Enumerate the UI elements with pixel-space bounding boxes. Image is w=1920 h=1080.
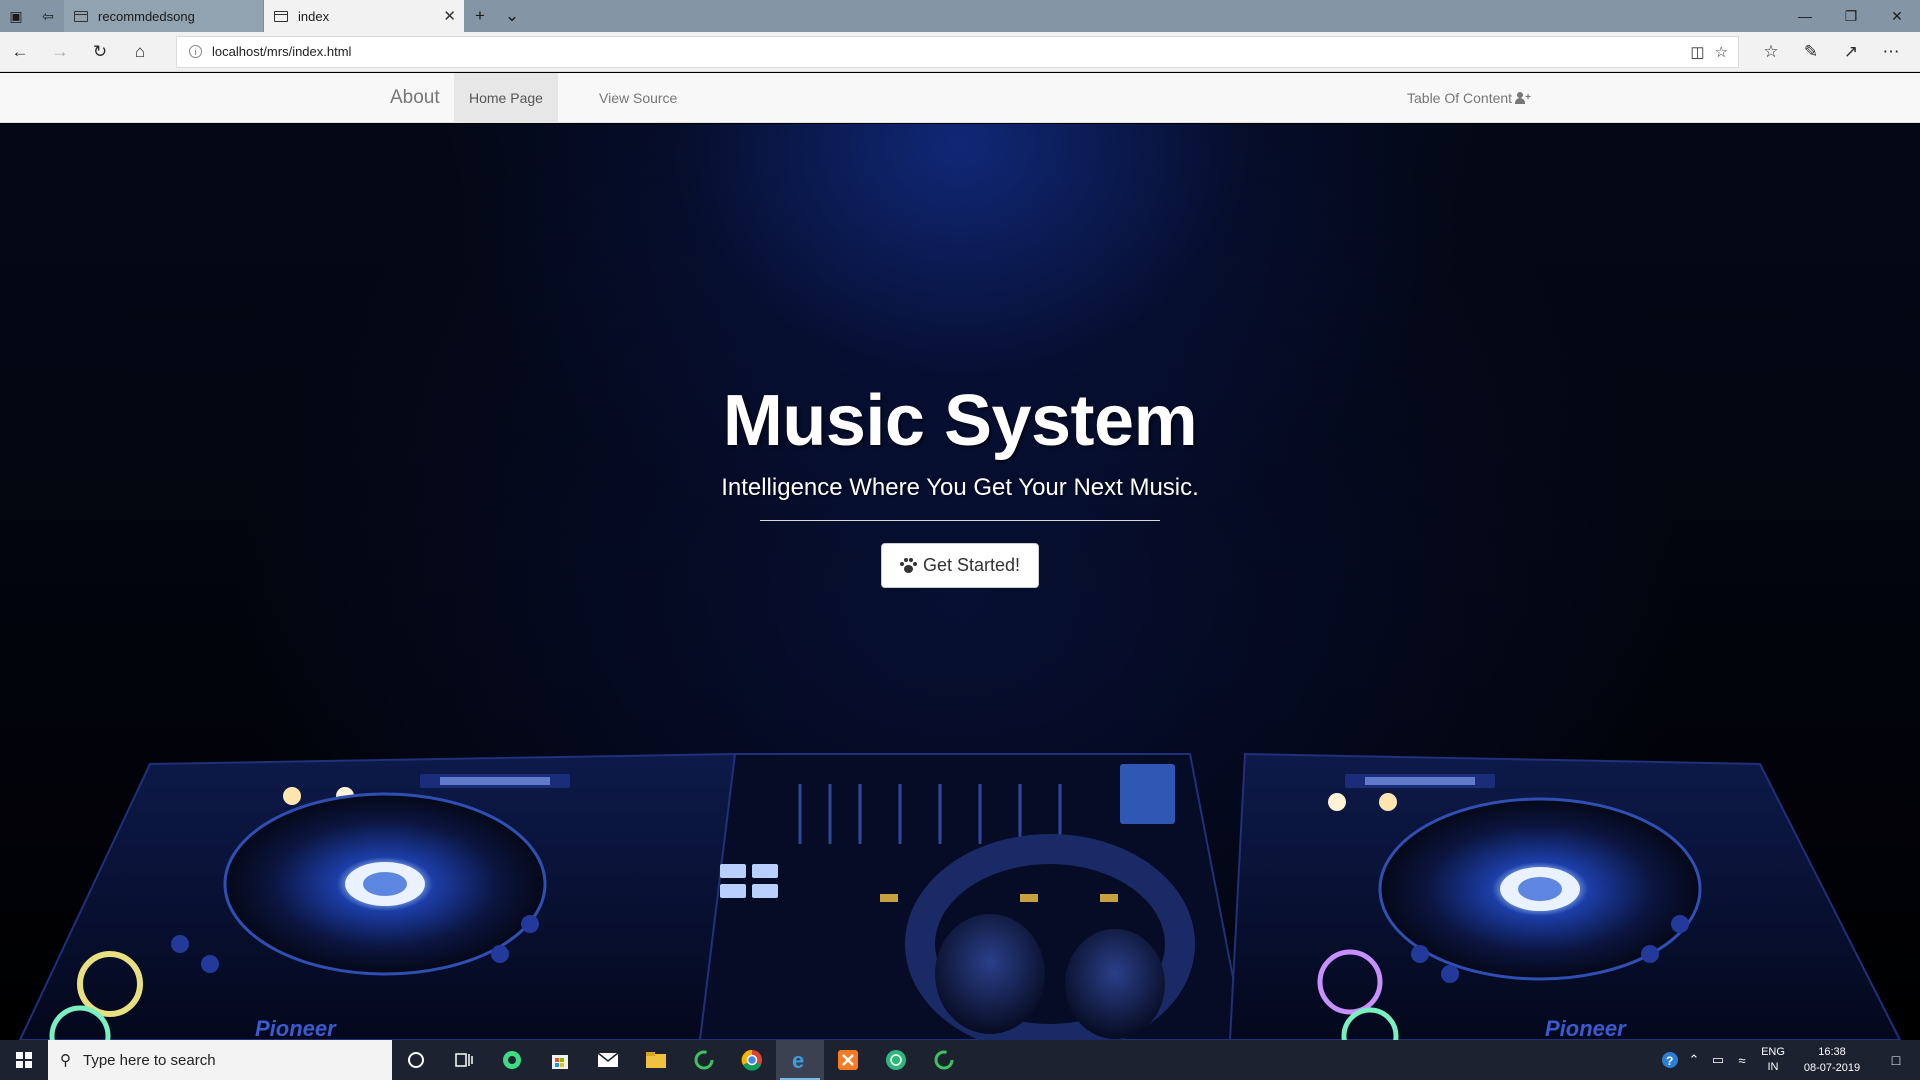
search-icon: ⚲: [60, 1052, 71, 1069]
app-globe-icon[interactable]: [872, 1040, 920, 1080]
minimize-icon[interactable]: —: [1782, 0, 1828, 32]
tab-index[interactable]: index ✕: [264, 0, 464, 32]
get-started-button[interactable]: Get Started!: [881, 543, 1039, 588]
clock-time: 16:38: [1818, 1046, 1846, 1058]
xampp-icon[interactable]: [824, 1040, 872, 1080]
restore-icon[interactable]: ❐: [1828, 0, 1874, 32]
new-tab-icon[interactable]: +: [464, 0, 496, 32]
svg-text:?: ?: [1666, 1054, 1673, 1068]
favorites-hub-icon[interactable]: ☆: [1751, 32, 1791, 72]
close-tab-icon[interactable]: ✕: [443, 7, 456, 25]
more-icon[interactable]: ⋯: [1871, 32, 1911, 72]
search-placeholder: Type here to search: [83, 1051, 216, 1069]
nav-table-of-content[interactable]: Table Of Content +: [1407, 73, 1531, 123]
app-green-ring-icon[interactable]: [680, 1040, 728, 1080]
pioneer-logo-right: Pioneer: [1545, 1016, 1627, 1040]
info-icon[interactable]: i: [189, 45, 202, 58]
mail-icon[interactable]: [584, 1040, 632, 1080]
site-navbar: About Home Page View Source Table Of Con…: [0, 73, 1920, 123]
android-studio-icon[interactable]: [488, 1040, 536, 1080]
brand-link-about[interactable]: About: [390, 73, 440, 123]
task-view-icon[interactable]: [440, 1040, 488, 1080]
tab-actions-icon[interactable]: ▣: [0, 0, 32, 32]
browser-toolbar: ← → ↻ ⌂ i localhost/mrs/index.html ◫ ☆ ☆…: [0, 32, 1920, 72]
chevron-down-icon[interactable]: ⌄: [496, 0, 528, 32]
action-center-icon[interactable]: □: [1872, 1052, 1920, 1068]
get-started-label: Get Started!: [922, 555, 1021, 575]
lang-line2: IN: [1767, 1061, 1779, 1073]
tab-recommdedsong[interactable]: recommdedsong: [64, 0, 264, 32]
battery-icon[interactable]: ▭: [1706, 1052, 1730, 1068]
page-icon: [74, 10, 88, 22]
back-icon[interactable]: ←: [0, 32, 40, 72]
system-tray: ? ⌃ ▭ ≈ ENG IN 16:38 08-07-2019 □: [1658, 1040, 1920, 1080]
taskbar-search-input[interactable]: ⚲ Type here to search: [48, 1040, 392, 1080]
hero-divider: [760, 520, 1160, 521]
url-text: localhost/mrs/index.html: [212, 44, 352, 59]
page-icon: [274, 10, 288, 22]
lang-line1: ENG: [1761, 1046, 1785, 1058]
show-hidden-icons-chevron-icon[interactable]: ⌃: [1682, 1052, 1706, 1068]
hero-subtitle: Intelligence Where You Get Your Next Mus…: [721, 474, 1199, 501]
paw-icon: [899, 558, 917, 573]
reading-view-icon[interactable]: ◫: [1690, 43, 1704, 61]
favorite-star-icon[interactable]: ☆: [1715, 43, 1728, 61]
help-icon[interactable]: ?: [1658, 1051, 1682, 1069]
hero-title: Music System: [722, 381, 1198, 461]
windows-logo-icon: [16, 1052, 32, 1068]
edge-icon[interactable]: e: [776, 1040, 824, 1080]
svg-text:e: e: [792, 1049, 804, 1071]
pen-icon[interactable]: ✎: [1791, 32, 1831, 72]
set-aside-tabs-icon[interactable]: ⇦: [32, 0, 64, 32]
home-icon[interactable]: ⌂: [120, 32, 160, 72]
app-green-ring-icon-2[interactable]: [920, 1040, 968, 1080]
window-controls: — ❐ ✕: [1782, 0, 1920, 32]
share-icon[interactable]: ↗: [1831, 32, 1871, 72]
close-window-icon[interactable]: ✕: [1874, 0, 1920, 32]
wifi-icon[interactable]: ≈: [1730, 1053, 1754, 1068]
tab-title: index: [298, 8, 330, 24]
nav-home-page[interactable]: Home Page: [454, 73, 558, 123]
toc-label: Table Of Content: [1407, 90, 1513, 106]
windows-taskbar: ⚲ Type here to search e ? ⌃ ▭ ≈ ENG IN 1…: [0, 1040, 1920, 1080]
browser-tab-strip: ▣ ⇦ recommdedsong index ✕ + ⌄ — ❐ ✕: [0, 0, 1920, 32]
refresh-icon[interactable]: ↻: [80, 32, 120, 72]
pioneer-logo-left: Pioneer: [255, 1016, 337, 1040]
nav-view-source[interactable]: View Source: [584, 73, 692, 123]
chrome-icon[interactable]: [728, 1040, 776, 1080]
address-bar[interactable]: i localhost/mrs/index.html ◫ ☆: [176, 35, 1739, 68]
hero-section: Pioneer Pioneer Music System Intelligenc…: [0, 124, 1920, 1040]
tab-title: recommdedsong: [98, 8, 195, 24]
clock-date: 08-07-2019: [1803, 1062, 1861, 1074]
language-indicator[interactable]: ENG IN: [1754, 1045, 1792, 1075]
file-explorer-icon[interactable]: [632, 1040, 680, 1080]
forward-icon[interactable]: →: [40, 32, 80, 72]
clock[interactable]: 16:38 08-07-2019: [1792, 1044, 1872, 1076]
cortana-icon[interactable]: [392, 1040, 440, 1080]
store-icon[interactable]: [536, 1040, 584, 1080]
user-plus-icon: +: [1515, 92, 1531, 104]
start-button[interactable]: [0, 1040, 48, 1080]
